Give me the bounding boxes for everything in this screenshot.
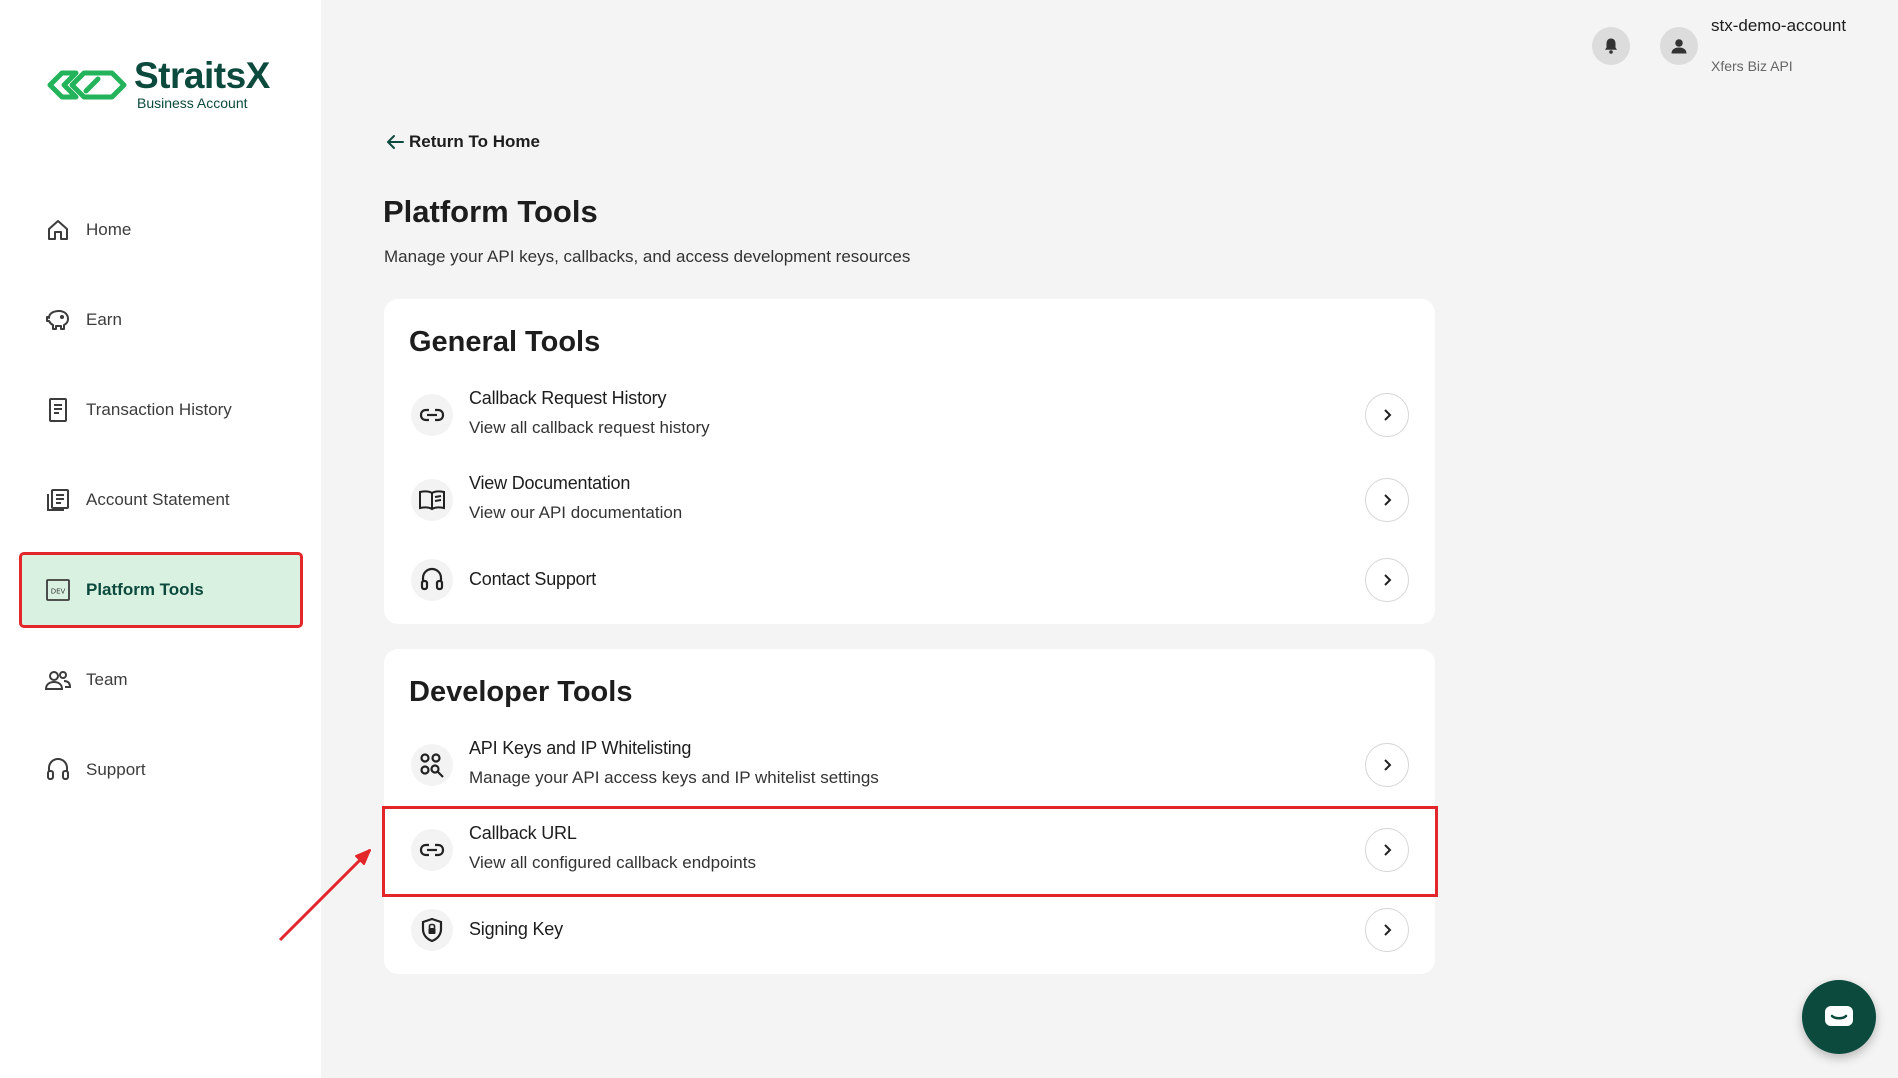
account-name[interactable]: stx-demo-account: [1711, 16, 1846, 36]
dev-icon: DEV: [44, 576, 72, 604]
account-subtitle: Xfers Biz API: [1711, 58, 1793, 74]
sidebar-item-account-statement[interactable]: Account Statement: [22, 465, 300, 535]
chevron-right-icon[interactable]: [1365, 478, 1409, 522]
user-icon: [1671, 39, 1687, 54]
sidebar-nav: Home Earn Transaction History Account St…: [19, 195, 303, 825]
brand-name: StraitsX: [134, 55, 270, 96]
return-to-home-label: Return To Home: [409, 132, 540, 151]
link-icon: [411, 829, 453, 871]
link-icon: [411, 394, 453, 436]
row-title: View Documentation: [469, 473, 631, 493]
sidebar-item-support[interactable]: Support: [22, 735, 300, 805]
chevron-right-icon[interactable]: [1365, 828, 1409, 872]
general-tools-card: General Tools Callback Request History V…: [384, 299, 1435, 624]
api-keys-row[interactable]: API Keys and IP Whitelisting Manage your…: [384, 726, 1435, 806]
sidebar-item-label: Platform Tools: [86, 580, 204, 599]
headset-icon: [411, 559, 453, 601]
row-title: Callback Request History: [469, 388, 667, 408]
contact-support-row[interactable]: Contact Support: [384, 541, 1435, 621]
key-search-icon: [411, 744, 453, 786]
general-tools-title: General Tools: [409, 326, 601, 358]
chat-icon: [1825, 1006, 1853, 1026]
shield-lock-icon: [411, 909, 453, 951]
sidebar-item-label: Earn: [86, 310, 122, 329]
svg-text:DEV: DEV: [51, 588, 66, 596]
sidebar-item-label: Team: [86, 670, 128, 689]
avatar[interactable]: [1660, 27, 1698, 65]
return-to-home-link[interactable]: Return To Home: [386, 132, 540, 152]
row-subtitle: Manage your API access keys and IP white…: [469, 768, 879, 787]
book-icon: [411, 479, 453, 521]
arrow-left-icon: [387, 135, 404, 149]
chevron-right-icon[interactable]: [1365, 743, 1409, 787]
bell-icon: [1605, 38, 1617, 54]
sidebar: StraitsX Business Account Home Earn Tran…: [0, 0, 321, 1078]
brand-subtitle: Business Account: [137, 95, 248, 111]
callback-request-history-row[interactable]: Callback Request History View all callba…: [384, 376, 1435, 456]
chevron-right-icon[interactable]: [1365, 393, 1409, 437]
sidebar-item-platform-tools[interactable]: DEV Platform Tools: [19, 552, 303, 628]
home-icon: [44, 216, 72, 244]
page-description: Manage your API keys, callbacks, and acc…: [384, 247, 911, 266]
row-title: Contact Support: [469, 569, 597, 589]
sidebar-item-label: Account Statement: [86, 490, 230, 509]
chevron-right-icon[interactable]: [1365, 908, 1409, 952]
developer-tools-title: Developer Tools: [409, 676, 633, 708]
view-documentation-row[interactable]: View Documentation View our API document…: [384, 461, 1435, 541]
row-title: Callback URL: [469, 823, 577, 843]
sidebar-item-home[interactable]: Home: [22, 195, 300, 265]
headset-icon: [44, 756, 72, 784]
sidebar-item-label: Transaction History: [86, 400, 232, 419]
notifications-button[interactable]: [1592, 27, 1630, 65]
brand-logo[interactable]: StraitsX Business Account: [46, 55, 270, 111]
sidebar-item-team[interactable]: Team: [22, 645, 300, 715]
row-subtitle: View all configured callback endpoints: [469, 853, 756, 872]
row-subtitle: View our API documentation: [469, 503, 683, 522]
signing-key-row[interactable]: Signing Key: [384, 891, 1435, 971]
receipt-icon: [44, 396, 72, 424]
row-title: API Keys and IP Whitelisting: [469, 738, 692, 758]
page-title: Platform Tools: [383, 194, 598, 229]
callback-url-row[interactable]: Callback URL View all configured callbac…: [384, 811, 1435, 891]
chat-widget-button[interactable]: [1802, 980, 1876, 1054]
team-icon: [44, 666, 72, 694]
row-subtitle: View all callback request history: [469, 418, 710, 437]
document-icon: [44, 486, 72, 514]
straitsx-logo-icon: [47, 70, 127, 99]
sidebar-item-label: Support: [86, 760, 146, 779]
piggy-bank-icon: [44, 306, 72, 334]
sidebar-item-transaction-history[interactable]: Transaction History: [22, 375, 300, 445]
sidebar-item-earn[interactable]: Earn: [22, 285, 300, 355]
chevron-right-icon[interactable]: [1365, 558, 1409, 602]
row-title: Signing Key: [469, 919, 563, 939]
sidebar-item-label: Home: [86, 220, 132, 239]
developer-tools-card: Developer Tools API Keys and IP Whitelis…: [384, 649, 1435, 974]
